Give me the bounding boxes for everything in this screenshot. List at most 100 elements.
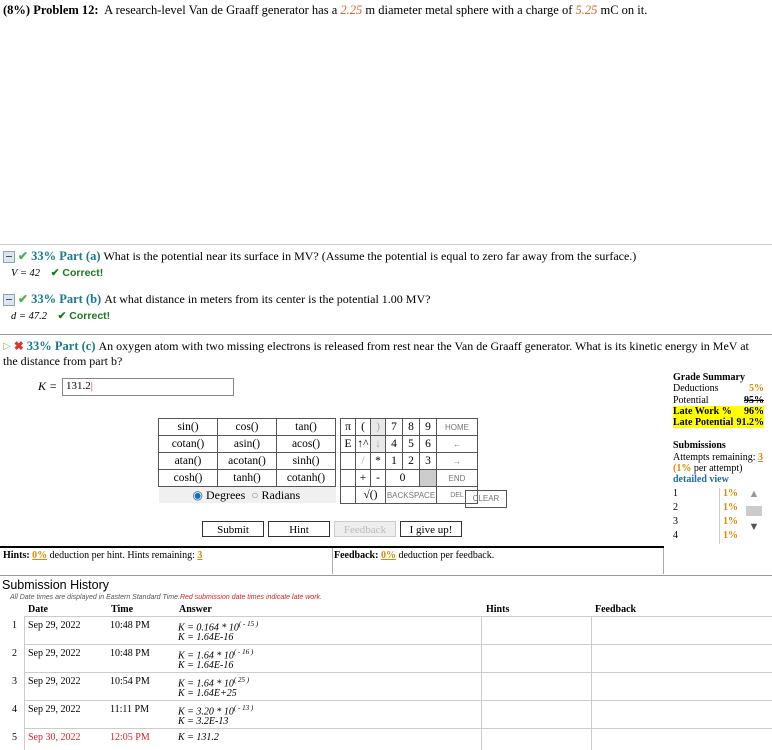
hints-pct: 0% xyxy=(32,550,48,561)
key-tanh[interactable]: tanh() xyxy=(217,469,277,487)
table-row: 5 Sep 30, 2022 12:05 PM K = 131.2 xyxy=(0,729,772,749)
key-2[interactable]: 2 xyxy=(402,452,420,470)
key-sqrt[interactable]: √() xyxy=(355,486,386,504)
key-9[interactable]: 9 xyxy=(419,418,437,436)
key-left[interactable]: ← xyxy=(436,435,478,453)
key-right[interactable]: → xyxy=(436,452,478,470)
scrollbar[interactable]: ▲ ▼ xyxy=(745,488,763,544)
key-1[interactable]: 1 xyxy=(385,452,403,470)
key-clear[interactable]: CLEAR xyxy=(465,490,507,508)
grade-summary: Grade Summary Deductions 5% Potential 95… xyxy=(673,372,768,544)
key-cotan[interactable]: cotan() xyxy=(158,435,218,453)
part-a-question: What is the potential near its surface i… xyxy=(103,249,637,263)
problem-statement: (8%) Problem 12: A research-level Van de… xyxy=(3,3,647,18)
part-b-header: ✔ 33% Part (b) At what distance in meter… xyxy=(3,292,430,307)
key-close-paren[interactable]: ) xyxy=(370,418,386,436)
row-time: 10:54 PM xyxy=(110,676,150,687)
key-home[interactable]: HOME xyxy=(436,418,478,436)
key-end[interactable]: END xyxy=(436,469,478,487)
row-time: 12:05 PM xyxy=(110,732,150,743)
key-dot[interactable] xyxy=(419,469,437,487)
key-multiply[interactable]: * xyxy=(370,452,386,470)
detailed-view-link[interactable]: detailed view xyxy=(673,474,768,485)
hints-label: Hints: xyxy=(3,550,30,561)
key-tan[interactable]: tan() xyxy=(276,418,336,436)
key-7[interactable]: 7 xyxy=(385,418,403,436)
history-note: All Date times are displayed in Eastern … xyxy=(10,594,322,601)
answer-exponent: ( - 16 ) xyxy=(233,648,254,656)
answer-exponent: ( - 13 ) xyxy=(233,704,254,712)
collapse-icon[interactable] xyxy=(3,250,15,263)
hints-bar: Hints: 0% deduction per hint. Hints rema… xyxy=(0,548,333,574)
collapse-icon[interactable] xyxy=(3,293,15,306)
key-6[interactable]: 6 xyxy=(419,435,437,453)
row-time: 10:48 PM xyxy=(110,620,150,631)
feedback-pct: 0% xyxy=(380,550,396,561)
give-up-button[interactable]: I give up! xyxy=(400,521,462,537)
key-atan[interactable]: atan() xyxy=(158,452,218,470)
key-minus[interactable]: - xyxy=(370,469,386,487)
key-cos[interactable]: cos() xyxy=(217,418,277,436)
per-attempt-text: per attempt) xyxy=(693,463,743,475)
submission-list: 1 1% 2 1% 3 1% 4 1% ▲ ▼ xyxy=(673,487,768,544)
part-c-question-2: the distance from part b? xyxy=(3,354,123,368)
row-date: Sep 30, 2022 xyxy=(28,732,81,743)
hints-text: deduction per hint. Hints remaining: xyxy=(49,550,195,561)
submission-pct: 1% xyxy=(723,501,738,513)
key-acos[interactable]: acos() xyxy=(276,435,336,453)
late-potential-row: Late Potential 91.2% xyxy=(673,417,765,429)
scroll-down-icon[interactable]: ▼ xyxy=(745,521,763,533)
diameter-value: 2.25 xyxy=(340,3,363,17)
degrees-radio[interactable]: ◉ xyxy=(193,488,203,502)
answer-label: K = xyxy=(38,379,58,393)
key-down[interactable]: ↓ xyxy=(370,435,386,453)
key-8[interactable]: 8 xyxy=(402,418,420,436)
degrees-label: Degrees xyxy=(205,487,246,502)
key-e[interactable]: E xyxy=(340,435,356,453)
key-cosh[interactable]: cosh() xyxy=(158,469,218,487)
key-cotanh[interactable]: cotanh() xyxy=(276,469,336,487)
key-3[interactable]: 3 xyxy=(419,452,437,470)
row-date: Sep 29, 2022 xyxy=(28,620,81,631)
radians-radio[interactable]: ○ xyxy=(251,488,258,502)
hint-button[interactable]: Hint xyxy=(268,521,330,537)
deductions-row: Deductions 5% xyxy=(673,383,764,394)
key-blank xyxy=(340,452,356,470)
submit-button[interactable]: Submit xyxy=(202,521,264,537)
submission-pct: 1% xyxy=(723,487,738,499)
row-date: Sep 29, 2022 xyxy=(28,648,81,659)
feedback-button[interactable]: Feedback xyxy=(334,521,396,537)
late-work-label: Late Work % xyxy=(673,405,732,417)
key-sinh[interactable]: sinh() xyxy=(276,452,336,470)
key-backspace[interactable]: BACKSPACE xyxy=(385,486,437,504)
key-4[interactable]: 4 xyxy=(385,435,403,453)
key-divide[interactable]: / xyxy=(355,452,371,470)
scroll-thumb[interactable] xyxy=(746,505,762,516)
table-row: 3 Sep 29, 2022 10:54 PM K = 1.64 * 10( 2… xyxy=(0,673,772,701)
key-power[interactable]: ↑^ xyxy=(355,435,371,453)
answer-input[interactable]: 131.2| xyxy=(62,378,234,396)
col-feedback: Feedback xyxy=(595,604,637,615)
hints-remaining: 3 xyxy=(197,550,203,561)
table-row: 4 Sep 29, 2022 11:11 PM K = 3.20 * 10( -… xyxy=(0,701,772,729)
key-sin[interactable]: sin() xyxy=(158,418,218,436)
key-acotan[interactable]: acotan() xyxy=(217,452,277,470)
part-a-pct: 33% Part (a) xyxy=(31,249,101,263)
part-b-question: At what distance in meters from its cent… xyxy=(104,292,431,306)
scroll-up-icon[interactable]: ▲ xyxy=(745,488,763,500)
deductions-label: Deductions xyxy=(673,383,719,395)
submission-number: 1 xyxy=(673,487,678,499)
row-time: 11:11 PM xyxy=(110,704,149,715)
function-keys: sin() cos() tan() cotan() asin() acos() … xyxy=(158,418,336,503)
row-number: 4 xyxy=(12,704,17,715)
key-plus[interactable]: + xyxy=(355,469,371,487)
late-potential-value: 91.2% xyxy=(736,417,765,429)
key-0[interactable]: 0 xyxy=(385,469,420,487)
key-5[interactable]: 5 xyxy=(402,435,420,453)
key-asin[interactable]: asin() xyxy=(217,435,277,453)
row-number: 1 xyxy=(12,620,17,631)
key-open-paren[interactable]: ( xyxy=(355,418,371,436)
history-note-text: All Date times are displayed in Eastern … xyxy=(10,594,180,601)
per-attempt-pct: (1% xyxy=(673,463,692,475)
key-pi[interactable]: π xyxy=(340,418,356,436)
